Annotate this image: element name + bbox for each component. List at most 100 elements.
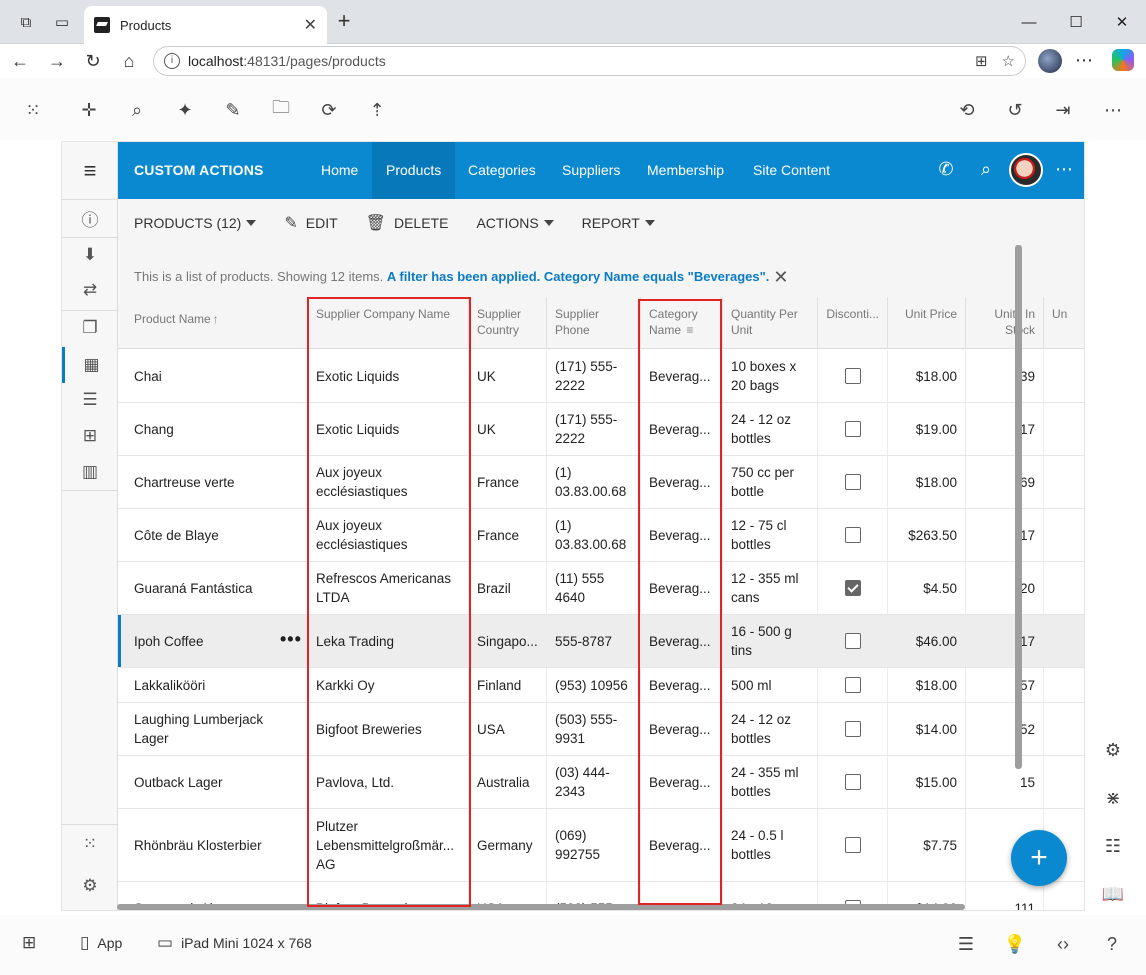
device-selector-button[interactable]: ▭ iPad Mini 1024 x 768	[157, 933, 312, 953]
settings-cog-icon[interactable]: ⚙	[1100, 737, 1126, 763]
sign-in-icon[interactable]: ⇥	[1051, 98, 1075, 122]
home-icon[interactable]: ⌂	[117, 49, 141, 73]
nav-membership[interactable]: Membership	[633, 142, 738, 199]
table-row[interactable]: Outback Lager Pavlova, Ltd. Australia (03) …	[118, 756, 1084, 809]
filter-text[interactable]: A filter has been applied. Category Name…	[387, 269, 769, 284]
app-search-icon[interactable]: ⌕	[974, 159, 998, 183]
code-icon[interactable]: ‹›	[1050, 931, 1076, 957]
more-options-icon[interactable]: ⋯	[1101, 98, 1125, 122]
column-header[interactable]: Supplier Phone	[547, 297, 641, 349]
list-view-icon[interactable]: ☰	[62, 382, 118, 418]
document-list-icon[interactable]: ☰	[953, 931, 979, 957]
info-icon[interactable]: ⓘ	[62, 200, 118, 236]
tab-close-icon[interactable]: ✕	[304, 15, 317, 35]
table-row[interactable]: Laughing Lumberjack Lager Bigfoot Breweri…	[118, 703, 1084, 756]
discontinued-checkbox[interactable]	[844, 774, 861, 790]
nav-categories[interactable]: Categories	[454, 142, 550, 199]
grid-view-icon[interactable]: ▦	[62, 347, 118, 383]
crosshair-icon[interactable]: ✛	[77, 98, 101, 122]
table-row[interactable]: Côte de Blaye Aux joyeux ecclésiastiques F…	[118, 509, 1084, 562]
discontinued-checkbox[interactable]	[844, 368, 861, 384]
row-more-icon[interactable]: •••	[280, 629, 302, 650]
folder-code-icon[interactable]: 🗀	[269, 97, 293, 122]
edit-button[interactable]: ✎ EDIT	[284, 213, 337, 233]
edit-list-icon[interactable]: ✎	[221, 98, 245, 122]
collapse-arrows-icon[interactable]: ⇄	[62, 272, 118, 308]
chart-view-icon[interactable]: ▥	[62, 454, 118, 490]
cards-view-icon[interactable]: ⊞	[62, 418, 118, 454]
table-row[interactable]: Guaraná Fantástica Refrescos Americanas L…	[118, 562, 1084, 615]
table-row[interactable]: Chartreuse verte Aux joyeux ecclésiastiqu…	[118, 456, 1084, 509]
browser-more-icon[interactable]: ⋯	[1075, 50, 1093, 71]
history-icon[interactable]: ↺	[1003, 98, 1027, 122]
minimize-icon[interactable]: —	[1009, 8, 1049, 36]
copy-pages-icon[interactable]: ❐	[62, 310, 118, 346]
back-icon[interactable]: ←	[8, 49, 32, 73]
app-more-icon[interactable]: ⋯	[1052, 159, 1076, 183]
layout-grid-icon[interactable]: ⊞	[22, 933, 44, 953]
column-header[interactable]: Product Name ↑	[118, 297, 308, 349]
browser-profile-avatar[interactable]	[1038, 49, 1062, 73]
apps-grid-icon[interactable]: ⁙	[21, 98, 45, 122]
clear-filter-icon[interactable]: ✕	[773, 267, 788, 287]
refresh-icon[interactable]: ↻	[81, 49, 105, 73]
settings-gear-icon[interactable]: ⚙	[62, 868, 118, 904]
forward-icon[interactable]: →	[45, 49, 69, 73]
copilot-icon[interactable]	[1112, 49, 1134, 71]
site-info-icon[interactable]: i	[164, 53, 180, 69]
app-mode-button[interactable]: ▯ App	[80, 933, 122, 953]
search-icon[interactable]: ⌕	[125, 98, 149, 122]
table-row[interactable]: Lakkalikööri Karkki Oy Finland (953) 10956 B…	[118, 668, 1084, 703]
column-header[interactable]: Unit Price	[888, 297, 966, 349]
refresh-data-icon[interactable]: ⟲	[955, 98, 979, 122]
column-header[interactable]: Supplier Country	[469, 297, 547, 349]
hamburger-menu-icon[interactable]: ≡	[62, 142, 118, 199]
column-header[interactable]: Units In Stock	[966, 297, 1044, 349]
graph-nodes-icon[interactable]: ⋇	[1100, 785, 1126, 811]
column-header[interactable]: Category Name ≡	[641, 297, 723, 349]
discontinued-checkbox[interactable]	[844, 421, 861, 437]
apps-dots-icon[interactable]: ⁙	[62, 826, 118, 862]
phone-icon[interactable]: ✆	[934, 159, 958, 183]
new-tab-icon[interactable]: +	[332, 10, 356, 34]
delete-button[interactable]: 🗑 DELETE	[366, 213, 449, 233]
maximize-icon[interactable]: ☐	[1056, 8, 1096, 36]
discontinued-checkbox[interactable]	[844, 474, 861, 490]
split-screen-icon[interactable]: ⊞	[975, 52, 988, 70]
discontinued-checkbox[interactable]	[844, 721, 861, 737]
vertical-scrollbar[interactable]	[1015, 245, 1022, 769]
archive-download-icon[interactable]: ⬇	[62, 237, 118, 273]
publish-icon[interactable]: ⇡	[365, 98, 389, 122]
report-button[interactable]: REPORT	[582, 215, 655, 231]
app-brand[interactable]: CUSTOM ACTIONS	[134, 162, 264, 178]
sliders-icon[interactable]: ☷	[1100, 833, 1126, 859]
window-close-icon[interactable]: ✕	[1102, 8, 1142, 36]
book-icon[interactable]: 📖	[1100, 881, 1126, 907]
nav-products[interactable]: Products	[372, 142, 456, 199]
table-row[interactable]: Chai Exotic Liquids UK (171) 555-2222 Bevera…	[118, 350, 1084, 403]
table-row[interactable]: Rhönbräu Klosterbier Plutzer Lebensmittel…	[118, 809, 1084, 882]
user-avatar[interactable]	[1009, 153, 1043, 187]
discontinued-checkbox[interactable]	[844, 527, 861, 543]
actions-button[interactable]: ACTIONS	[476, 215, 554, 231]
lightbulb-icon[interactable]: 💡	[1002, 931, 1028, 957]
browser-tab-products[interactable]: Products ✕	[84, 6, 327, 44]
discontinued-checkbox[interactable]	[844, 677, 861, 693]
nav-site-content[interactable]: Site Content	[739, 142, 844, 199]
help-icon[interactable]: ?	[1099, 931, 1125, 957]
table-row[interactable]: Ipoh Coffee Leka Trading Singapo... 555-878…	[118, 615, 1084, 668]
discontinued-checkbox[interactable]	[844, 837, 861, 853]
column-header[interactable]: Un	[1044, 297, 1084, 349]
column-header[interactable]: Quantity Per Unit	[723, 297, 818, 349]
discontinued-checkbox[interactable]	[844, 580, 861, 596]
products-view-button[interactable]: PRODUCTS (12)	[134, 215, 257, 231]
discontinued-checkbox[interactable]	[844, 633, 861, 649]
nav-suppliers[interactable]: Suppliers	[548, 142, 634, 199]
sparkle-icon[interactable]: ✦	[173, 98, 197, 122]
nav-home[interactable]: Home	[307, 142, 372, 199]
url-input[interactable]: i localhost:48131/pages/products ⊞ ☆	[153, 46, 1026, 76]
workspaces-icon[interactable]: ⧉	[14, 10, 38, 34]
tab-actions-icon[interactable]: ▭	[50, 10, 74, 34]
table-row[interactable]: Chang Exotic Liquids UK (171) 555-2222 Bever…	[118, 403, 1084, 456]
horizontal-scrollbar[interactable]	[117, 904, 965, 910]
